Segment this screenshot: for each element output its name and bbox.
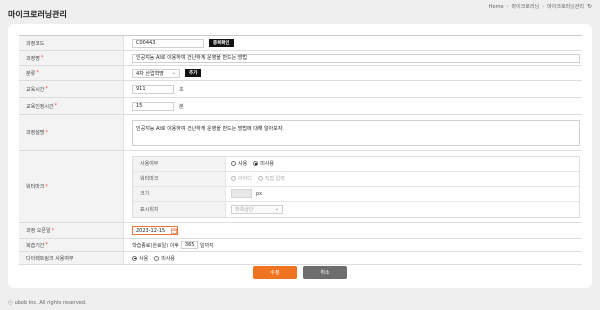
description-label: 과정설명 * xyxy=(19,115,124,150)
form-actions: 수정 취소 xyxy=(8,266,592,279)
watermark-type-row: 워터마크 아이디 직접 입력 xyxy=(133,171,579,187)
watermark-settings: 사용여부 사용 미사용 워터마크 아이디 직접 입력 크기 px 표시위치 좌측… xyxy=(132,155,580,218)
recognized-time-label: 교육인정시간 * xyxy=(19,98,124,114)
row-description: 과정설명 * 인공지능 AI로 이용하여 건난하게 운영을 만드는 방법에 대해 … xyxy=(19,115,582,151)
row-direct-link: 다이렉트링크 사용여부 사용 미사용 xyxy=(19,252,582,265)
watermark-usage-row: 사용여부 사용 미사용 xyxy=(133,156,579,172)
footer-copyright: ⓒ ubob Inc. All rights reserved. xyxy=(8,300,87,306)
calendar-icon[interactable] xyxy=(170,227,177,234)
row-course-code: 과정코드 C00443 중복확인 xyxy=(19,36,582,51)
direct-link-label: 다이렉트링크 사용여부 xyxy=(19,252,124,264)
watermark-size-unit: px xyxy=(256,190,263,197)
watermark-type-label: 워터마크 xyxy=(133,171,226,186)
breadcrumb-microlearning[interactable]: 마이크로러닝 xyxy=(512,3,540,10)
open-date-label: 과정 오픈일 * xyxy=(19,223,124,238)
review-period-prefix: 학습종료(완료일) 이후 xyxy=(132,242,179,249)
watermark-use-radio[interactable]: 사용 xyxy=(231,160,247,167)
row-study-time: 교육시간 * 911 초 xyxy=(19,81,582,98)
row-review-period: 복습기간 * 학습종료(완료일) 이후 365 일까지 xyxy=(19,239,582,252)
row-course-name: 과정명 * 인공지능 AI로 이용하여 건난하게 운영을 만드는 방법 xyxy=(19,51,582,66)
watermark-size-row: 크기 px xyxy=(133,186,579,202)
row-category: 분류 * 4차 산업혁명 ⌄ 추가 xyxy=(19,66,582,81)
breadcrumb-home[interactable]: Home xyxy=(489,4,504,10)
top-bar: 마이크로러닝관리 Home › 마이크로러닝 › 마이크로러닝관리 ↻ xyxy=(0,0,600,22)
watermark-position-row: 표시위치 좌측상단 ⌄ xyxy=(133,201,579,217)
watermark-usage-label: 사용여부 xyxy=(133,156,226,171)
study-time-label: 교육시간 * xyxy=(19,81,124,97)
row-watermark: 워터마크 * 사용여부 사용 미사용 워터마크 아이디 직접 입력 크기 px … xyxy=(19,151,582,223)
watermark-id-radio[interactable]: 아이디 xyxy=(231,175,252,182)
watermark-position-selected: 좌측상단 xyxy=(235,206,254,213)
course-code-input[interactable]: C00443 xyxy=(132,38,204,48)
watermark-size-label: 크기 xyxy=(133,186,226,201)
watermark-label: 워터마크 * xyxy=(19,151,124,222)
radio-icon xyxy=(231,176,236,181)
radio-icon xyxy=(154,255,160,261)
course-name-label: 과정명 * xyxy=(19,51,124,65)
category-label: 분류 * xyxy=(19,66,124,80)
refresh-icon[interactable]: ↻ xyxy=(587,3,592,10)
cancel-button[interactable]: 취소 xyxy=(303,266,347,279)
watermark-position-label: 표시위치 xyxy=(133,201,226,217)
radio-icon xyxy=(231,161,236,166)
recognized-time-input[interactable]: 15 xyxy=(132,101,174,111)
radio-checked-icon xyxy=(253,161,259,166)
direct-link-nouse-radio[interactable]: 미사용 xyxy=(154,255,175,262)
review-period-input[interactable]: 365 xyxy=(180,241,198,249)
breadcrumb: Home › 마이크로러닝 › 마이크로러닝관리 ↻ xyxy=(489,3,592,10)
save-button[interactable]: 수정 xyxy=(253,266,297,279)
duplicate-check-button[interactable]: 중복확인 xyxy=(209,39,234,47)
form-card: 과정코드 C00443 중복확인 과정명 * 인공지능 AI로 이용하여 건난하게… xyxy=(8,24,592,288)
category-selected: 4차 산업혁명 xyxy=(136,70,164,77)
review-period-suffix: 일까지 xyxy=(199,242,214,249)
open-date-input[interactable]: 2023-12-15 xyxy=(132,226,178,235)
chevron-down-icon: ⌄ xyxy=(171,70,176,76)
row-recognized-time: 교육인정시간 * 15 분 xyxy=(19,98,582,115)
radio-checked-icon xyxy=(132,255,137,261)
add-category-button[interactable]: 추가 xyxy=(185,69,202,77)
category-select[interactable]: 4차 산업혁명 ⌄ xyxy=(132,68,180,78)
course-name-input[interactable]: 인공지능 AI로 이용하여 건난하게 운영을 만드는 방법 xyxy=(132,53,580,63)
review-period-label: 복습기간 * xyxy=(19,239,124,251)
chevron-down-icon: ⌄ xyxy=(274,206,279,212)
watermark-size-input[interactable] xyxy=(231,189,252,198)
recognized-time-unit: 분 xyxy=(179,103,184,110)
breadcrumb-separator: › xyxy=(542,3,545,10)
description-textarea[interactable]: 인공지능 AI로 이용하여 건난하게 운영을 만드는 방법에 대해 알아보자. xyxy=(132,119,580,146)
radio-icon xyxy=(257,176,263,181)
direct-link-use-radio[interactable]: 사용 xyxy=(132,255,148,262)
course-code-label: 과정코드 xyxy=(19,36,124,50)
breadcrumb-separator: › xyxy=(506,3,509,10)
breadcrumb-current: 마이크로러닝관리 xyxy=(547,4,584,10)
page-title: 마이크로러닝관리 xyxy=(8,10,67,19)
watermark-custom-radio[interactable]: 직접 입력 xyxy=(257,175,285,182)
watermark-nouse-radio[interactable]: 미사용 xyxy=(253,160,274,167)
watermark-position-select[interactable]: 좌측상단 ⌄ xyxy=(231,204,283,214)
study-time-input[interactable]: 911 xyxy=(132,84,174,94)
course-form: 과정코드 C00443 중복확인 과정명 * 인공지능 AI로 이용하여 건난하게… xyxy=(19,35,582,265)
study-time-unit: 초 xyxy=(179,86,184,93)
row-open-date: 과정 오픈일 * 2023-12-15 xyxy=(19,223,582,239)
